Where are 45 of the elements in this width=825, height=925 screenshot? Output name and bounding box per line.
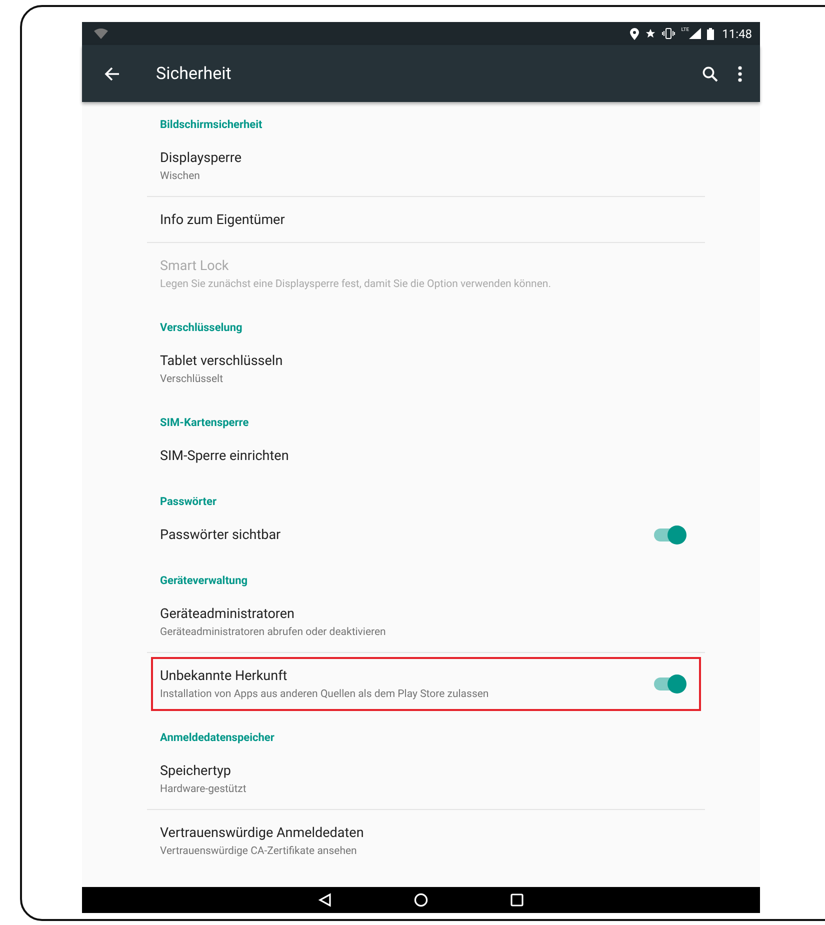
- item-title: Info zum Eigentümer: [160, 212, 286, 228]
- item-summary: Geräteadministratoren abrufen oder deaktivieren: [160, 624, 387, 638]
- item-title: Vertrauenswürdige Anmeldedaten: [160, 824, 365, 840]
- location-pin-icon: [630, 28, 640, 40]
- settings-item[interactable]: Geräteadministratoren Geräteadministratoren abrufen oder deaktivieren: [147, 591, 705, 653]
- item-summary: Wischen: [160, 168, 201, 182]
- item-summary: Hardware-gestützt: [160, 782, 248, 794]
- battery-icon: [707, 28, 714, 40]
- item-summary: Vertrauenswürdige CA-Zertifikate ansehen: [160, 844, 358, 856]
- item-summary: Verschlüsselt: [160, 372, 224, 384]
- back-triangle-icon[interactable]: [318, 893, 332, 907]
- star-icon: [645, 28, 656, 39]
- item-title: Geräteadministratoren: [160, 606, 296, 622]
- clock-time: 11:48: [722, 26, 752, 40]
- section-header: Bildschirmsicherheit: [159, 117, 264, 133]
- section-header: Anmeldedatenspeicher: [159, 730, 276, 746]
- section-header: Verschlüsselung: [159, 320, 244, 336]
- item-title: Displaysperre: [160, 150, 242, 166]
- item-title: Unbekannte Herkunft: [160, 668, 288, 684]
- settings-item[interactable]: Displaysperre Wischen: [147, 135, 705, 197]
- item-title: SIM-Sperre einrichten: [160, 448, 290, 464]
- highlighted-settings-item[interactable]: Unbekannte Herkunft Installation von Apps aus anderen Quellen als dem Play Store zulassen: [147, 653, 705, 715]
- recents-square-icon[interactable]: [510, 893, 524, 907]
- item-summary: Legen Sie zunächst eine Displaysperre fest, damit Sie die Option verwenden können.: [160, 276, 552, 290]
- item-title: Speichertyp: [160, 762, 232, 778]
- screen-title: Sicherheit: [156, 64, 232, 84]
- section-header: SIM-Kartensperre: [159, 415, 250, 431]
- section-header: Geräteverwaltung: [159, 573, 249, 589]
- settings-item[interactable]: Speichertyp Hardware-gestützt: [147, 748, 705, 810]
- section-header: Passwörter: [159, 494, 218, 510]
- toggle-switch[interactable]: [651, 524, 689, 546]
- home-circle-icon[interactable]: [414, 893, 428, 907]
- settings-item[interactable]: SIM-Sperre einrichten: [147, 433, 705, 479]
- settings-item[interactable]: Vertrauenswürdige Anmeldedaten Vertrauenswürdige CA-Zertifikate ansehen: [147, 810, 705, 872]
- item-title: Passwörter sichtbar: [160, 526, 282, 542]
- wifi-icon: [94, 28, 108, 40]
- signal-icon: [689, 28, 702, 39]
- settings-item[interactable]: Passwörter sichtbar: [147, 512, 705, 558]
- settings-item[interactable]: Info zum Eigentümer: [147, 197, 705, 243]
- settings-item[interactable]: Tablet verschlüsseln Verschlüsselt: [147, 338, 705, 400]
- toggle-switch[interactable]: [651, 672, 689, 694]
- item-title: Tablet verschlüsseln: [160, 352, 284, 368]
- vibrate-icon: [662, 28, 676, 39]
- item-summary: Installation von Apps aus anderen Quellen als dem Play Store zulassen: [160, 686, 490, 700]
- item-title: Smart Lock: [160, 258, 230, 274]
